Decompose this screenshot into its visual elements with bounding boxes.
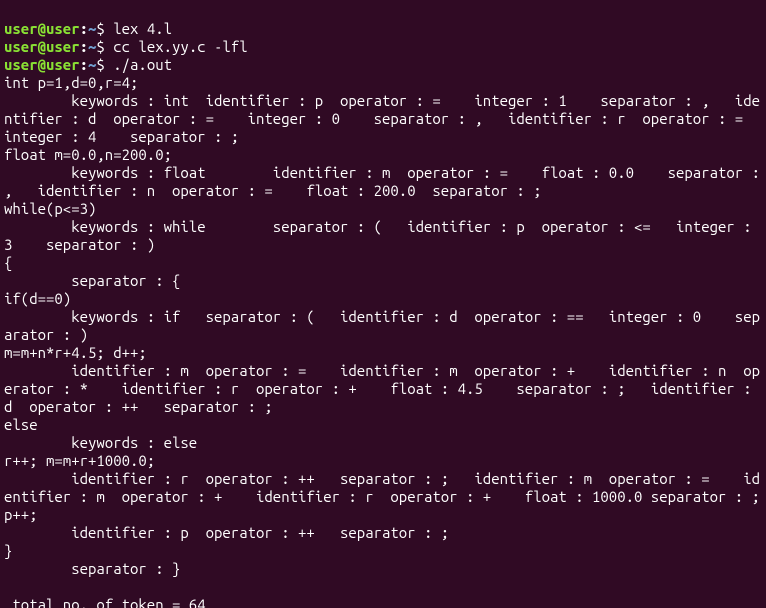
output-line: keywords : while separator : ( identifie…	[4, 218, 760, 253]
output-line: total no. of token = 64	[4, 596, 206, 608]
prompt-userhost: user@user	[4, 56, 80, 73]
output-line: if(d==0)	[4, 290, 71, 307]
command-2: cc lex.yy.c -lfl	[113, 38, 247, 55]
output-line: identifier : r operator : ++ separator :…	[4, 470, 760, 505]
prompt-line-3: user@user:~$ ./a.out	[4, 56, 172, 73]
output-line: keywords : float identifier : m operator…	[4, 164, 766, 199]
output-line: else	[4, 416, 38, 433]
output-line: keywords : if separator : ( identifier :…	[4, 308, 760, 343]
output-line: int p=1,d=0,r=4;	[4, 74, 138, 91]
prompt-colon: :	[80, 38, 88, 55]
output-line: separator : {	[4, 272, 180, 289]
output-line: while(p<=3)	[4, 200, 96, 217]
output-line: r++; m=m+r+1000.0;	[4, 452, 155, 469]
output-line: p++;	[4, 506, 38, 523]
prompt-userhost: user@user	[4, 38, 80, 55]
prompt-line-2: user@user:~$ cc lex.yy.c -lfl	[4, 38, 248, 55]
output-line: float m=0.0,n=200.0;	[4, 146, 172, 163]
output-line: }	[4, 542, 12, 559]
prompt-userhost: user@user	[4, 20, 80, 37]
output-line: {	[4, 254, 12, 271]
output-line: keywords : int identifier : p operator :…	[4, 92, 766, 145]
output-line: separator : }	[4, 560, 180, 577]
prompt-colon: :	[80, 56, 88, 73]
output-line: m=m+n*r+4.5; d++;	[4, 344, 147, 361]
command-3: ./a.out	[113, 56, 172, 73]
output-line: identifier : m operator : = identifier :…	[4, 362, 760, 415]
command-1: lex 4.l	[113, 20, 172, 37]
prompt-dollar: $	[96, 56, 113, 73]
prompt-dollar: $	[96, 20, 113, 37]
output-line: identifier : p operator : ++ separator :…	[4, 524, 449, 541]
terminal-output-area[interactable]: user@user:~$ lex 4.l user@user:~$ cc lex…	[0, 0, 766, 608]
output-line: keywords : else	[4, 434, 197, 451]
prompt-line-1: user@user:~$ lex 4.l	[4, 20, 172, 37]
prompt-colon: :	[80, 20, 88, 37]
prompt-dollar: $	[96, 38, 113, 55]
